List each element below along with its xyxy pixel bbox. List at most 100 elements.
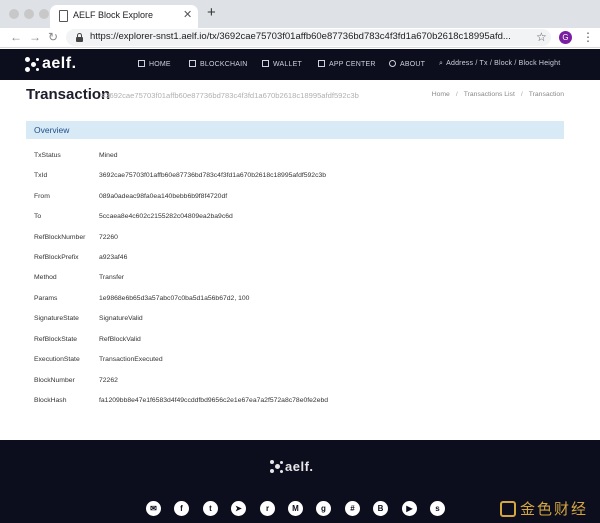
telegram-icon[interactable]: ➤ xyxy=(231,501,246,516)
row-label: RefBlockPrefix xyxy=(34,254,79,261)
breadcrumb-transactions-list[interactable]: Transactions List xyxy=(464,91,515,98)
row-value: 72260 xyxy=(99,234,118,241)
row-value: SignatureValid xyxy=(99,315,143,322)
detail-row: TxStatus Mined xyxy=(34,152,118,159)
transaction-hash: #3692cae75703f01affb60e87736bd783c4f3fd1… xyxy=(101,91,359,100)
row-value: a923af46 xyxy=(99,254,128,261)
nav-home[interactable]: HOME xyxy=(138,60,171,68)
breadcrumb: Home / Transactions List / Transaction xyxy=(431,91,564,98)
nav-search[interactable]: ⌕ Address / Tx / Block / Block Height xyxy=(439,60,560,68)
nav-search-label: Address / Tx / Block / Block Height xyxy=(446,60,561,67)
row-label: ExecutionState xyxy=(34,356,80,363)
aelf-logo-mark xyxy=(25,57,41,73)
row-value[interactable]: 5ccaea8e4c602c2155282c04809ea2ba9c6d xyxy=(99,213,233,220)
home-icon xyxy=(138,60,145,67)
overview-header: Overview xyxy=(26,121,564,139)
slack-icon[interactable]: # xyxy=(345,501,360,516)
nav-app-center-label: APP CENTER xyxy=(329,61,376,68)
browser-tab-bar: AELF Block Explore ✕ + xyxy=(0,0,600,28)
reddit-icon[interactable]: r xyxy=(260,501,275,516)
bitcointalk-icon[interactable]: B xyxy=(373,501,388,516)
page-title: Transaction xyxy=(26,86,111,103)
row-value: RefBlockValid xyxy=(99,336,141,343)
row-label: SignatureState xyxy=(34,315,79,322)
row-value: 3692cae75703f01affb60e87736bd783c4f3fd1a… xyxy=(99,172,327,179)
bookmark-star-icon[interactable]: ☆ xyxy=(536,30,547,44)
detail-row: Params 1e9868e6b65d3a57abc07c0ba5d1a56b67… xyxy=(34,295,249,302)
detail-row: ExecutionState TransactionExecuted xyxy=(34,356,163,363)
row-label: To xyxy=(34,213,42,220)
nav-about[interactable]: ABOUT xyxy=(389,60,425,68)
url-text[interactable]: https://explorer-snst1.aelf.io/tx/3692ca… xyxy=(90,31,530,42)
detail-row: SignatureState SignatureValid xyxy=(34,315,143,322)
nav-blockchain-label: BLOCKCHAIN xyxy=(200,61,248,68)
nav-about-label: ABOUT xyxy=(400,61,426,68)
detail-row: Method Transfer xyxy=(34,274,124,281)
nav-wallet[interactable]: WALLET xyxy=(262,60,302,68)
watermark-logo-icon xyxy=(500,501,516,517)
browser-menu-icon[interactable]: ⋮ xyxy=(582,30,594,44)
tab-close-icon[interactable]: ✕ xyxy=(183,8,192,21)
row-value[interactable]: 089a0adeac98fa0ea140bebb6b9f8f4720df xyxy=(99,193,227,200)
medium-icon[interactable]: M xyxy=(288,501,303,516)
row-label: RefBlockNumber xyxy=(34,234,86,241)
window-minimize-icon[interactable] xyxy=(24,9,34,19)
browser-tab[interactable]: AELF Block Explore ✕ xyxy=(50,5,198,28)
steemit-icon[interactable]: s xyxy=(430,501,445,516)
twitter-icon[interactable]: t xyxy=(203,501,218,516)
detail-row: RefBlockState RefBlockValid xyxy=(34,336,141,343)
email-icon[interactable]: ✉ xyxy=(146,501,161,516)
overview-title: Overview xyxy=(34,125,70,135)
facebook-icon[interactable]: f xyxy=(174,501,189,516)
aelf-logo-mark xyxy=(270,460,284,474)
window-close-icon[interactable] xyxy=(9,9,19,19)
search-icon: ⌕ xyxy=(439,60,444,67)
site-header: aelf. HOME BLOCKCHAIN WALLET APP CENTER … xyxy=(0,49,600,80)
back-icon[interactable]: ← xyxy=(10,30,22,44)
detail-row: RefBlockPrefix a923af46 xyxy=(34,254,127,261)
page-icon xyxy=(59,10,68,22)
window-maximize-icon[interactable] xyxy=(39,9,49,19)
row-value[interactable]: 72262 xyxy=(99,377,118,384)
row-label: BlockHash xyxy=(34,397,67,404)
watermark-text: 金色财经 xyxy=(520,501,589,518)
tab-title: AELF Block Explore xyxy=(73,10,154,20)
detail-row: TxId 3692cae75703f01affb60e87736bd783c4f3… xyxy=(34,172,326,179)
row-label: From xyxy=(34,193,50,200)
row-value: Transfer xyxy=(99,274,125,281)
reload-icon[interactable]: ↻ xyxy=(48,30,58,44)
detail-row: To 5ccaea8e4c602c2155282c04809ea2ba9c6d xyxy=(34,213,233,220)
row-label: TxId xyxy=(34,172,48,179)
nav-home-label: HOME xyxy=(149,61,171,68)
profile-avatar[interactable]: G xyxy=(559,31,572,44)
row-value: Mined xyxy=(99,152,118,159)
row-value[interactable]: fa1209bb8e47e1f6583d4f49ccddfbd9656c2e1e… xyxy=(99,397,328,404)
forward-icon[interactable]: → xyxy=(29,30,41,44)
row-label: Params xyxy=(34,295,58,302)
github-icon[interactable]: g xyxy=(316,501,331,516)
detail-row: BlockHash fa1209bb8e47e1f6583d4f49ccddfbd… xyxy=(34,397,328,404)
app-center-icon xyxy=(318,60,325,67)
youtube-icon[interactable]: ▶ xyxy=(402,501,417,516)
row-label: TxStatus xyxy=(34,152,61,159)
lock-icon xyxy=(76,33,83,42)
detail-row: RefBlockNumber 72260 xyxy=(34,234,118,241)
detail-row: BlockNumber 72262 xyxy=(34,377,118,384)
breadcrumb-current: Transaction xyxy=(528,91,564,98)
url-field[interactable]: https://explorer-snst1.aelf.io/tx/3692ca… xyxy=(66,29,551,46)
row-label: BlockNumber xyxy=(34,377,75,384)
breadcrumb-home[interactable]: Home xyxy=(432,91,450,98)
nav-blockchain[interactable]: BLOCKCHAIN xyxy=(189,60,248,68)
blockchain-icon xyxy=(189,60,196,67)
logo-text: aelf. xyxy=(42,55,77,72)
row-value: 1e9868e6b65d3a57abc07c0ba5d1a56b67d2, 10… xyxy=(99,295,250,302)
nav-app-center[interactable]: APP CENTER xyxy=(318,60,376,68)
new-tab-icon[interactable]: + xyxy=(207,5,216,20)
footer-logo-text: aelf. xyxy=(285,459,314,474)
nav-wallet-label: WALLET xyxy=(273,61,302,68)
row-value: TransactionExecuted xyxy=(99,356,163,363)
watermark: 金色财经 xyxy=(500,498,588,519)
detail-row: From 089a0adeac98fa0ea140bebb6b9f8f4720df xyxy=(34,193,227,200)
row-label: RefBlockState xyxy=(34,336,78,343)
about-icon xyxy=(389,60,396,67)
